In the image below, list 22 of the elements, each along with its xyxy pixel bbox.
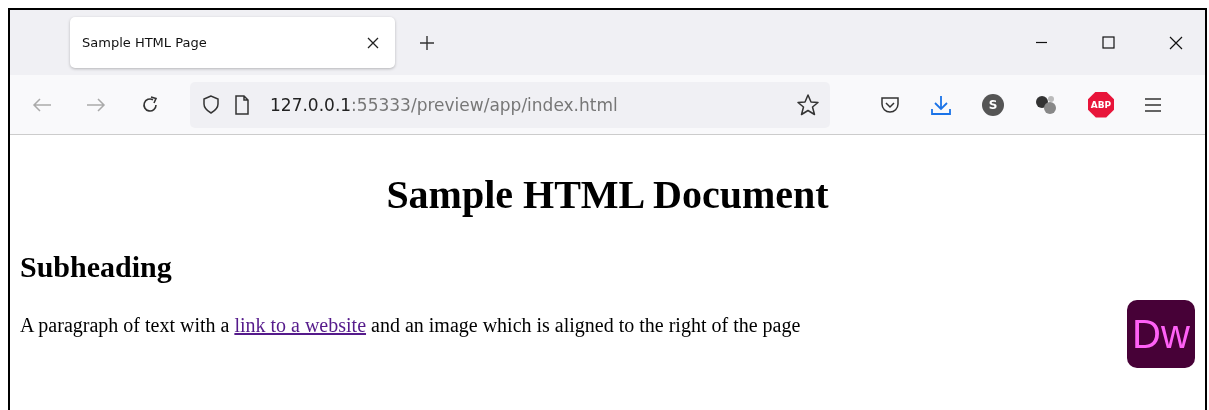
app-logo: Dw — [1127, 300, 1195, 368]
pocket-icon[interactable] — [880, 94, 900, 115]
account-icon[interactable]: S — [982, 93, 1004, 116]
url-text: 127.0.0.1:55333/preview/app/index.html — [270, 94, 618, 115]
download-icon[interactable] — [930, 93, 952, 116]
maximize-icon[interactable] — [1102, 36, 1115, 49]
close-icon[interactable] — [367, 36, 379, 49]
reload-icon[interactable] — [140, 94, 160, 115]
page-subheading: Subheading — [20, 250, 173, 284]
paragraph: A paragraph of text with a link to a website and an image which is aligned to the right of the page — [20, 314, 801, 337]
page-heading: Sample HTML Document — [385, 171, 830, 218]
star-icon[interactable] — [796, 92, 820, 117]
plus-icon[interactable] — [419, 34, 435, 51]
menu-icon[interactable] — [1144, 97, 1162, 112]
address-bar[interactable]: 127.0.0.1:55333/preview/app/index.html — [190, 81, 830, 128]
browser-tab[interactable]: Sample HTML Page — [70, 17, 395, 68]
adblock-icon[interactable]: ABP — [1088, 91, 1114, 118]
extension-icon[interactable] — [1034, 93, 1058, 116]
shield-icon[interactable] — [202, 94, 220, 115]
page-icon — [234, 94, 250, 115]
website-link[interactable]: link to a website — [234, 314, 366, 336]
close-icon[interactable] — [1169, 35, 1183, 50]
